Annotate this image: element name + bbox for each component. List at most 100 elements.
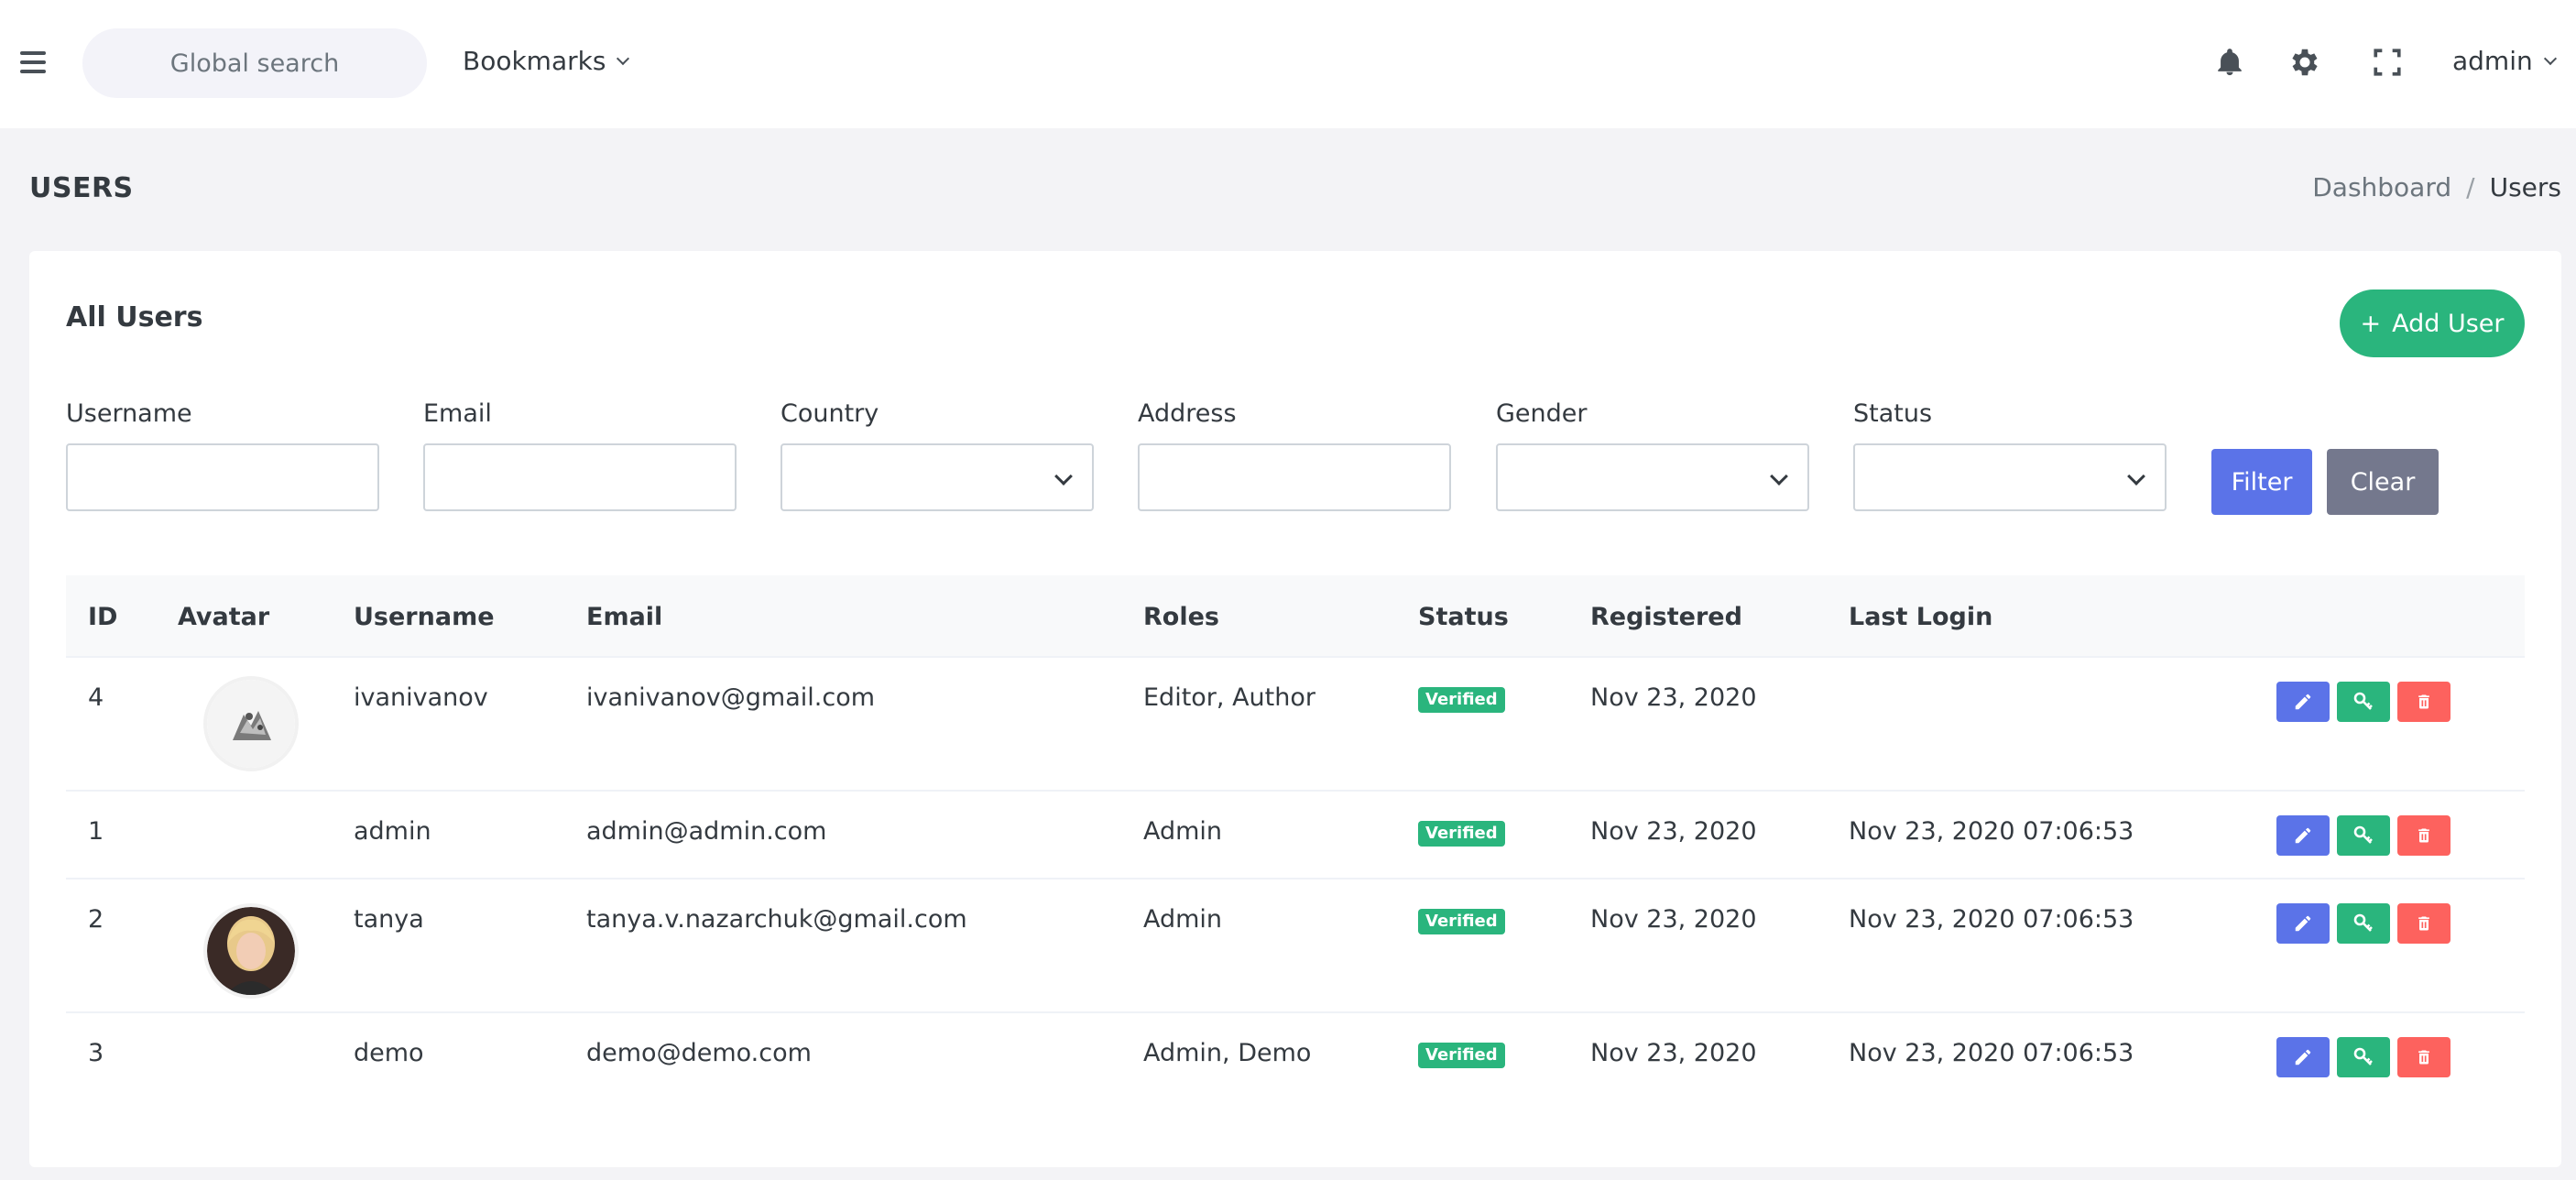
clear-button[interactable]: Clear <box>2327 449 2439 515</box>
filter-button[interactable]: Filter <box>2211 449 2312 515</box>
chevron-down-icon <box>2543 51 2557 65</box>
add-user-label: Add User <box>2392 309 2505 338</box>
key-icon <box>2353 913 2373 932</box>
cell-id: 2 <box>88 905 104 934</box>
bookmarks-dropdown[interactable]: Bookmarks <box>463 46 630 76</box>
th-email: Email <box>586 603 663 631</box>
key-icon <box>2353 825 2373 844</box>
address-filter-input[interactable] <box>1138 443 1451 511</box>
delete-user-button[interactable] <box>2397 682 2450 722</box>
permissions-button[interactable] <box>2337 1037 2390 1077</box>
cell-last-login: Nov 23, 2020 07:06:53 <box>1849 905 2134 934</box>
delete-user-button[interactable] <box>2397 1037 2450 1077</box>
edit-user-button[interactable] <box>2276 903 2330 944</box>
status-badge: Verified <box>1418 1043 1505 1068</box>
user-menu-label: admin <box>2452 46 2533 76</box>
edit-user-button[interactable] <box>2276 682 2330 722</box>
key-icon <box>2353 692 2373 710</box>
username-filter-label: Username <box>66 399 192 428</box>
cell-email: ivanivanov@gmail.com <box>586 683 876 712</box>
table-row: 1 admin admin@admin.com Admin Verified N… <box>66 792 2525 880</box>
status-badge: Verified <box>1418 909 1505 934</box>
row-actions <box>2276 1037 2450 1077</box>
edit-user-button[interactable] <box>2276 1037 2330 1077</box>
status-filter-select[interactable] <box>1853 443 2167 511</box>
avatar <box>207 907 295 995</box>
status-badge: Verified <box>1418 821 1505 847</box>
row-actions <box>2276 903 2450 944</box>
global-search-input[interactable] <box>82 28 427 98</box>
email-filter-label: Email <box>423 399 492 428</box>
country-filter: Country <box>780 399 1094 511</box>
edit-user-button[interactable] <box>2276 815 2330 856</box>
cell-roles: Admin, Demo <box>1143 1039 1312 1067</box>
th-status: Status <box>1418 603 1509 631</box>
bookmarks-label: Bookmarks <box>463 46 606 76</box>
permissions-button[interactable] <box>2337 903 2390 944</box>
cell-username: tanya <box>354 905 424 934</box>
cell-email: tanya.v.nazarchuk@gmail.com <box>586 905 967 934</box>
status-badge: Verified <box>1418 687 1505 713</box>
table-row: 2 tanya tanya.v.nazarchuk@gmail.com Admi… <box>66 880 2525 1013</box>
email-filter-input[interactable] <box>423 443 737 511</box>
row-actions <box>2276 682 2450 722</box>
gear-icon[interactable] <box>2283 40 2327 84</box>
breadcrumb-dashboard-link[interactable]: Dashboard <box>2312 172 2451 202</box>
cell-id: 3 <box>88 1039 104 1067</box>
th-username: Username <box>354 603 495 631</box>
th-registered: Registered <box>1590 603 1742 631</box>
users-card: All Users + Add User Username Email Coun… <box>29 251 2561 1167</box>
th-avatar: Avatar <box>178 603 270 631</box>
permissions-button[interactable] <box>2337 682 2390 722</box>
delete-user-button[interactable] <box>2397 815 2450 856</box>
gender-filter: Gender <box>1496 399 1809 511</box>
cell-last-login: Nov 23, 2020 07:06:53 <box>1849 817 2134 846</box>
delete-user-button[interactable] <box>2397 903 2450 944</box>
add-user-button[interactable]: + Add User <box>2340 290 2525 357</box>
cell-id: 1 <box>88 817 104 846</box>
cell-registered: Nov 23, 2020 <box>1590 1039 1757 1067</box>
top-navbar: Bookmarks admin <box>0 0 2576 128</box>
user-menu-dropdown[interactable]: admin <box>2452 46 2557 76</box>
username-filter-input[interactable] <box>66 443 379 511</box>
gender-filter-label: Gender <box>1496 399 1588 428</box>
permissions-button[interactable] <box>2337 815 2390 856</box>
card-title: All Users <box>66 301 203 333</box>
country-filter-select[interactable] <box>780 443 1094 511</box>
hamburger-icon[interactable] <box>20 51 46 73</box>
cell-roles: Editor, Author <box>1143 683 1315 712</box>
chevron-down-icon <box>617 51 630 65</box>
th-roles: Roles <box>1143 603 1219 631</box>
cell-username: ivanivanov <box>354 683 488 712</box>
breadcrumb: Dashboard / Users <box>2312 172 2561 202</box>
address-filter: Address <box>1138 399 1451 511</box>
cell-username: admin <box>354 817 431 846</box>
bell-icon[interactable] <box>2208 40 2252 84</box>
users-table: ID Avatar Username Email Roles Status Re… <box>66 575 2525 1101</box>
table-header: ID Avatar Username Email Roles Status Re… <box>66 575 2525 658</box>
pencil-icon <box>2295 1049 2311 1065</box>
th-id: ID <box>88 603 118 631</box>
status-filter-label: Status <box>1853 399 1933 428</box>
key-icon <box>2353 1047 2373 1065</box>
cell-registered: Nov 23, 2020 <box>1590 905 1757 934</box>
avatar <box>207 680 295 768</box>
page-title: USERS <box>29 172 134 204</box>
breadcrumb-separator: / <box>2466 172 2475 202</box>
gender-filter-select[interactable] <box>1496 443 1809 511</box>
cell-registered: Nov 23, 2020 <box>1590 817 1757 846</box>
pencil-icon <box>2295 915 2311 932</box>
table-row: 4 ivanivanov ivanivanov@gmail.com Editor… <box>66 658 2525 792</box>
username-filter: Username <box>66 399 379 511</box>
row-actions <box>2276 815 2450 856</box>
table-row: 3 demo demo@demo.com Admin, Demo Verifie… <box>66 1013 2525 1101</box>
plus-icon: + <box>2360 309 2382 338</box>
fullscreen-icon[interactable] <box>2365 40 2409 84</box>
pencil-icon <box>2295 694 2311 710</box>
breadcrumb-current: Users <box>2489 172 2561 202</box>
cell-email: demo@demo.com <box>586 1039 812 1067</box>
address-filter-label: Address <box>1138 399 1237 428</box>
trash-icon <box>2418 916 2429 931</box>
trash-icon <box>2418 1050 2429 1065</box>
cell-email: admin@admin.com <box>586 817 827 846</box>
